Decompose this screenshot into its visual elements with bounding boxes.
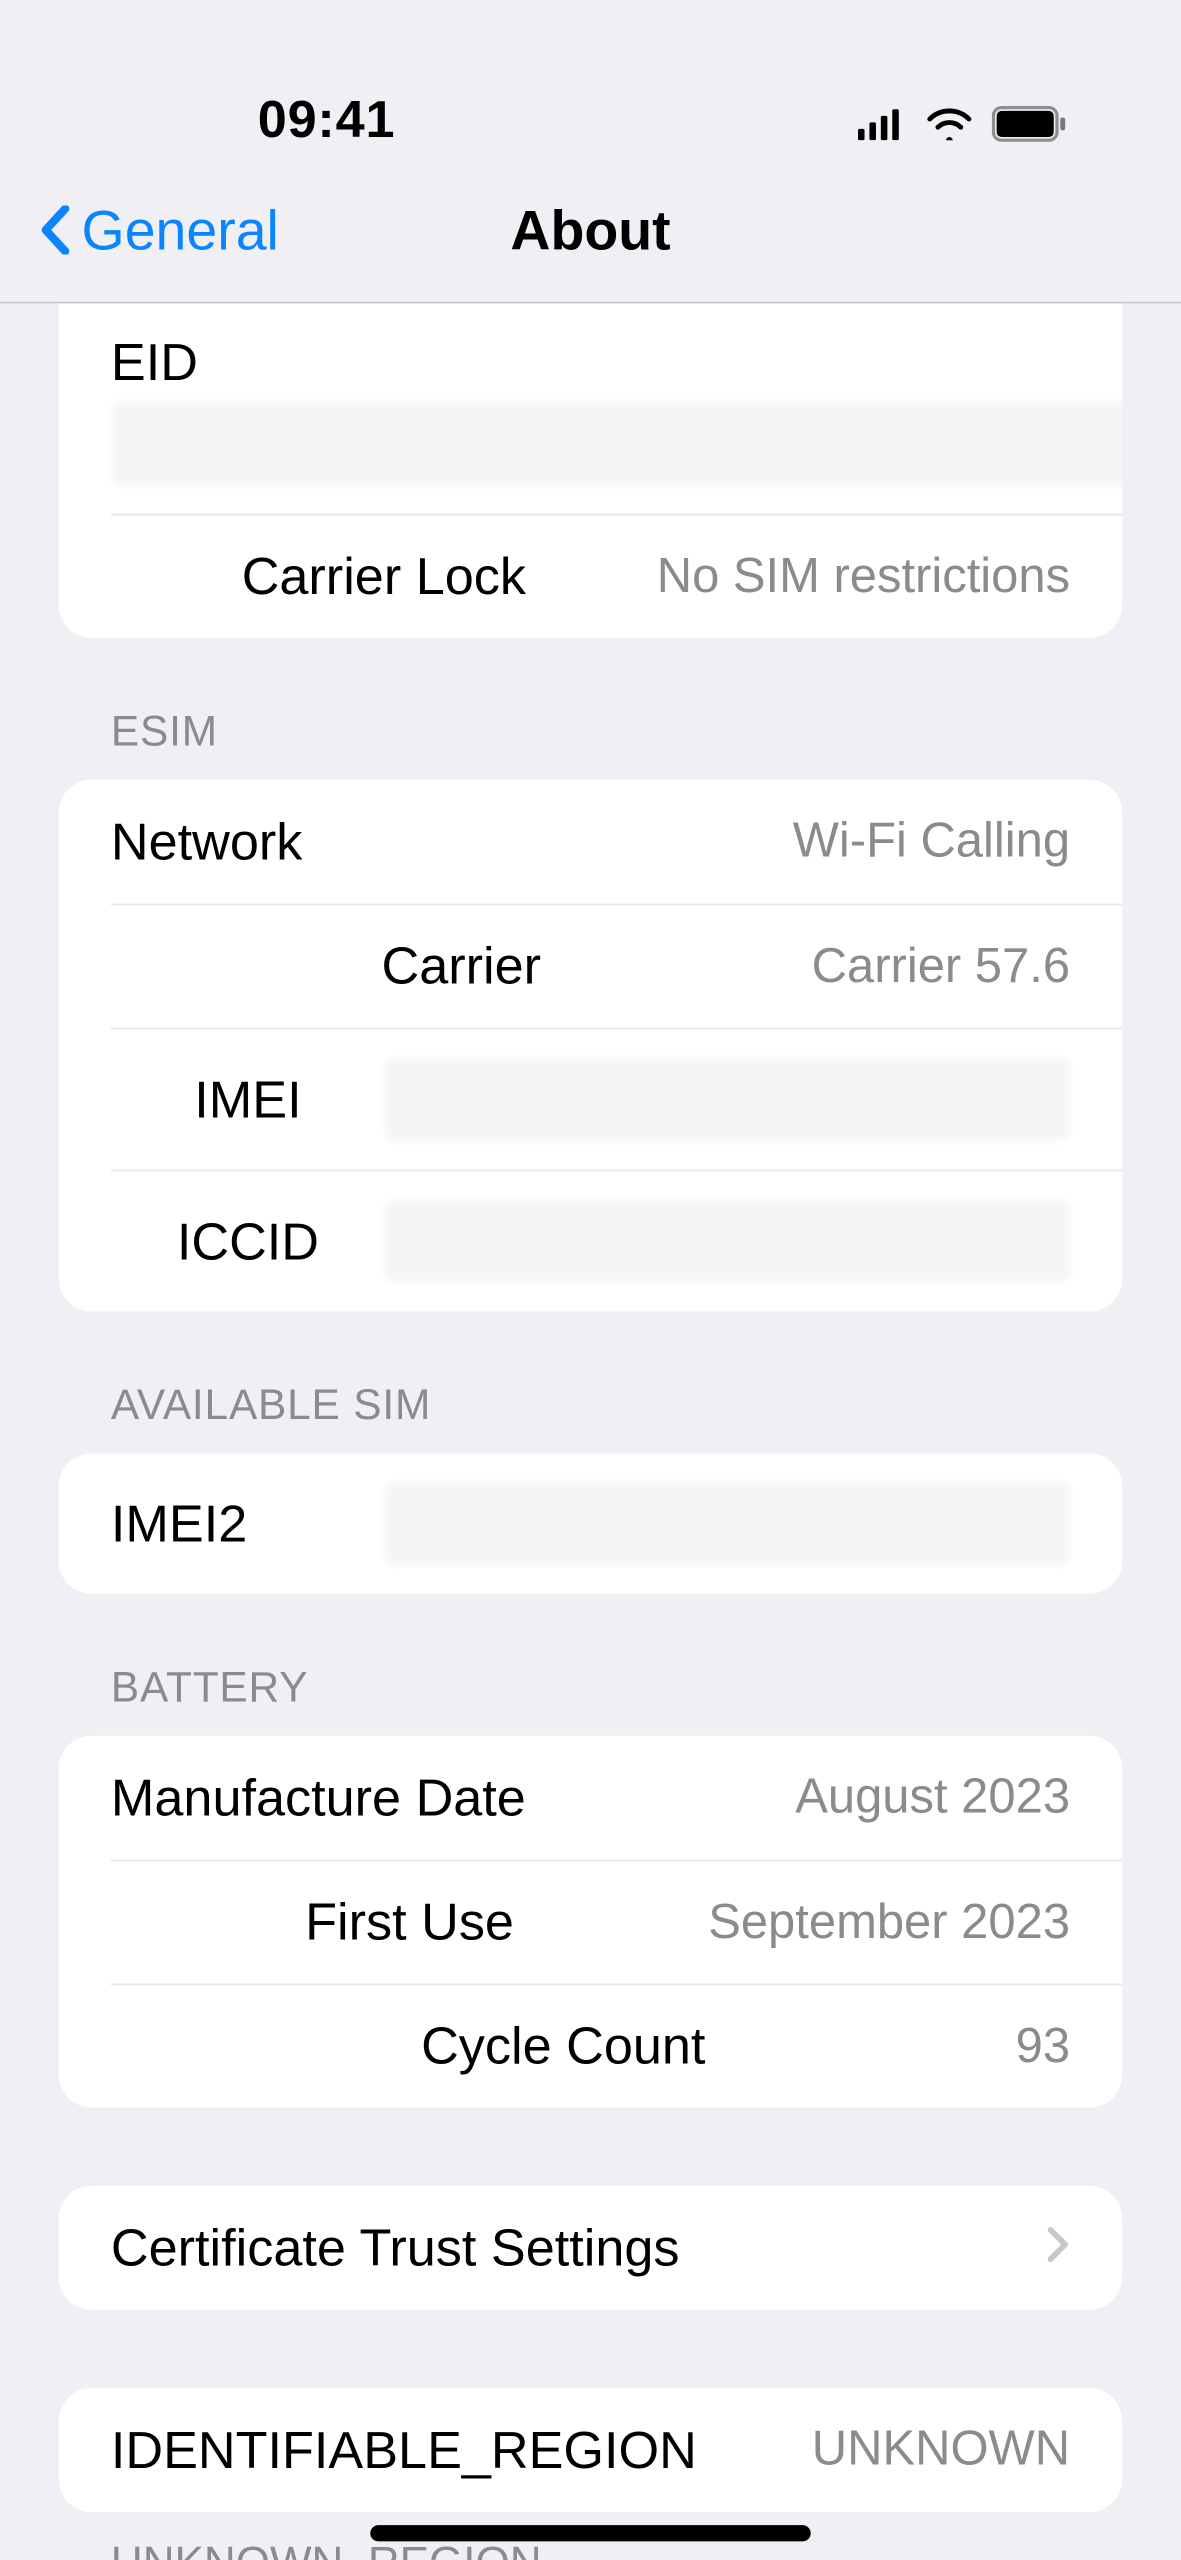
row-cert-trust[interactable]: Certificate Trust Settings bbox=[59, 2186, 1123, 2310]
row-value: Carrier 57.6 bbox=[812, 939, 1070, 994]
row-cycle-count[interactable]: Cycle Count 93 bbox=[111, 1984, 1122, 2108]
status-bar: 09:41 bbox=[0, 0, 1181, 163]
row-carrier-lock[interactable]: Carrier Lock No SIM restrictions bbox=[111, 514, 1122, 638]
wifi-icon bbox=[927, 108, 973, 149]
row-imei[interactable]: IMEI bbox=[111, 1028, 1122, 1170]
battery-icon bbox=[992, 106, 1067, 150]
row-value: Wi-Fi Calling bbox=[793, 814, 1070, 869]
row-imei2[interactable]: IMEI2 bbox=[59, 1453, 1123, 1593]
row-carrier[interactable]: Carrier Carrier 57.6 bbox=[111, 904, 1122, 1028]
row-label: IDENTIFIABLE_REGION bbox=[111, 2420, 697, 2480]
row-label: IMEI bbox=[194, 1069, 301, 1129]
chevron-right-icon bbox=[1047, 2220, 1070, 2275]
chevron-left-icon bbox=[39, 200, 72, 265]
row-region[interactable]: IDENTIFIABLE_REGION UNKNOWN bbox=[59, 2388, 1123, 2512]
about-top-group: EID Carrier Lock No SIM restrictions bbox=[59, 303, 1123, 637]
row-network[interactable]: Network Wi-Fi Calling bbox=[59, 780, 1123, 904]
esim-group: Network Wi-Fi Calling Carrier Carrier 57… bbox=[59, 780, 1123, 1312]
row-value: August 2023 bbox=[795, 1770, 1070, 1825]
back-button[interactable]: General bbox=[39, 200, 279, 265]
row-label: Network bbox=[111, 812, 302, 872]
status-time: 09:41 bbox=[98, 90, 858, 150]
group-header-battery: BATTERY bbox=[0, 1594, 1181, 1736]
row-value: September 2023 bbox=[708, 1895, 1070, 1950]
row-label: Manufacture Date bbox=[111, 1767, 526, 1827]
redacted-value bbox=[111, 403, 1122, 485]
nav-bar: General About bbox=[0, 163, 1181, 303]
battery-group: Manufacture Date August 2023 First Use S… bbox=[59, 1736, 1123, 2108]
row-value: UNKNOWN bbox=[812, 2422, 1070, 2477]
row-label: First Use bbox=[305, 1892, 514, 1952]
redacted-value bbox=[385, 1201, 1070, 1283]
status-indicators bbox=[858, 106, 1083, 150]
redacted-value bbox=[385, 1483, 1070, 1565]
row-label: Cycle Count bbox=[421, 2016, 705, 2076]
row-label: ICCID bbox=[177, 1211, 319, 1271]
row-label: Certificate Trust Settings bbox=[111, 2218, 680, 2278]
group-header-esim: ESIM bbox=[0, 638, 1181, 780]
row-first-use[interactable]: First Use September 2023 bbox=[111, 1860, 1122, 1984]
footer-text: UNKNOWN_REGION bbox=[111, 2538, 542, 2560]
available-sim-group: IMEI2 bbox=[59, 1453, 1123, 1593]
redacted-value bbox=[385, 1059, 1070, 1141]
row-eid[interactable]: EID bbox=[59, 303, 1123, 513]
row-manufacture-date[interactable]: Manufacture Date August 2023 bbox=[59, 1736, 1123, 1860]
cellular-icon bbox=[858, 108, 907, 149]
row-label: Carrier Lock bbox=[242, 546, 526, 606]
row-label: EID bbox=[111, 333, 198, 392]
row-value: No SIM restrictions bbox=[657, 549, 1070, 604]
row-value: 93 bbox=[1016, 2019, 1070, 2074]
back-label: General bbox=[82, 201, 279, 265]
group-header-available-sim: AVAILABLE SIM bbox=[0, 1311, 1181, 1453]
region-group: IDENTIFIABLE_REGION UNKNOWN bbox=[59, 2388, 1123, 2512]
row-iccid[interactable]: ICCID bbox=[111, 1170, 1122, 1312]
row-label: Carrier bbox=[382, 936, 542, 996]
row-label: IMEI2 bbox=[111, 1493, 247, 1553]
cert-group: Certificate Trust Settings bbox=[59, 2186, 1123, 2310]
home-indicator bbox=[370, 2525, 810, 2541]
